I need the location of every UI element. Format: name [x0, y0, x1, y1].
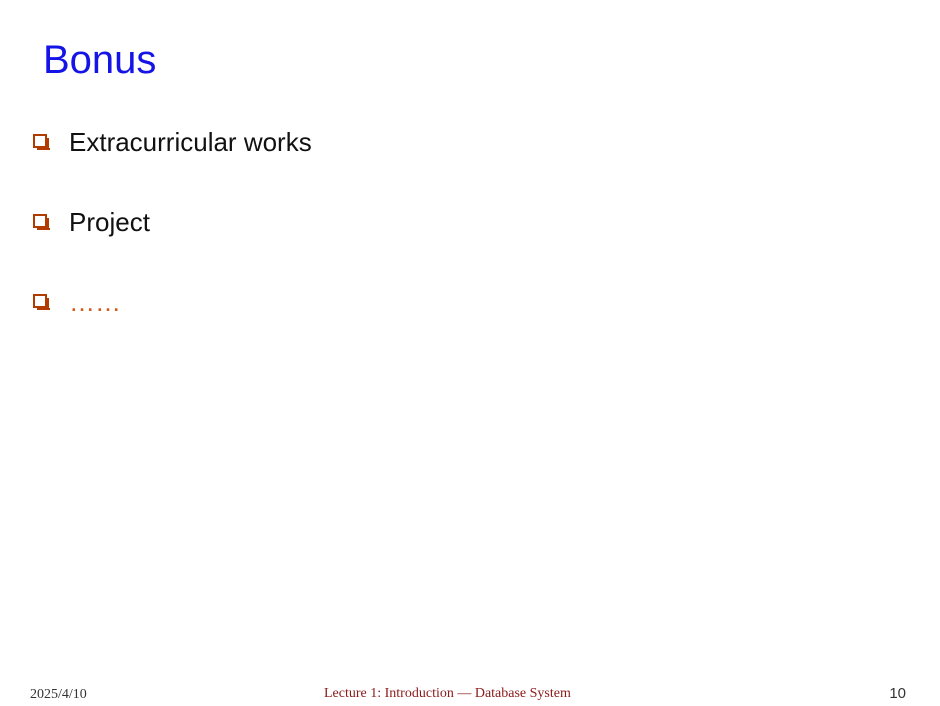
checkbox-bullet-icon: [33, 214, 50, 230]
slide-title: Bonus: [43, 38, 157, 82]
bullet-text: Project: [69, 207, 150, 237]
checkbox-bullet-icon: [33, 294, 50, 310]
bullet-text-ellipsis: ……: [69, 287, 121, 317]
checkbox-bullet-icon: [33, 134, 50, 150]
bullet-text: Extracurricular works: [69, 127, 312, 157]
page-number: 10: [889, 685, 906, 702]
footer-date: 2025/4/10: [30, 687, 87, 702]
footer-lecture-title: Lecture 1: Introduction — Database Syste…: [324, 686, 571, 701]
